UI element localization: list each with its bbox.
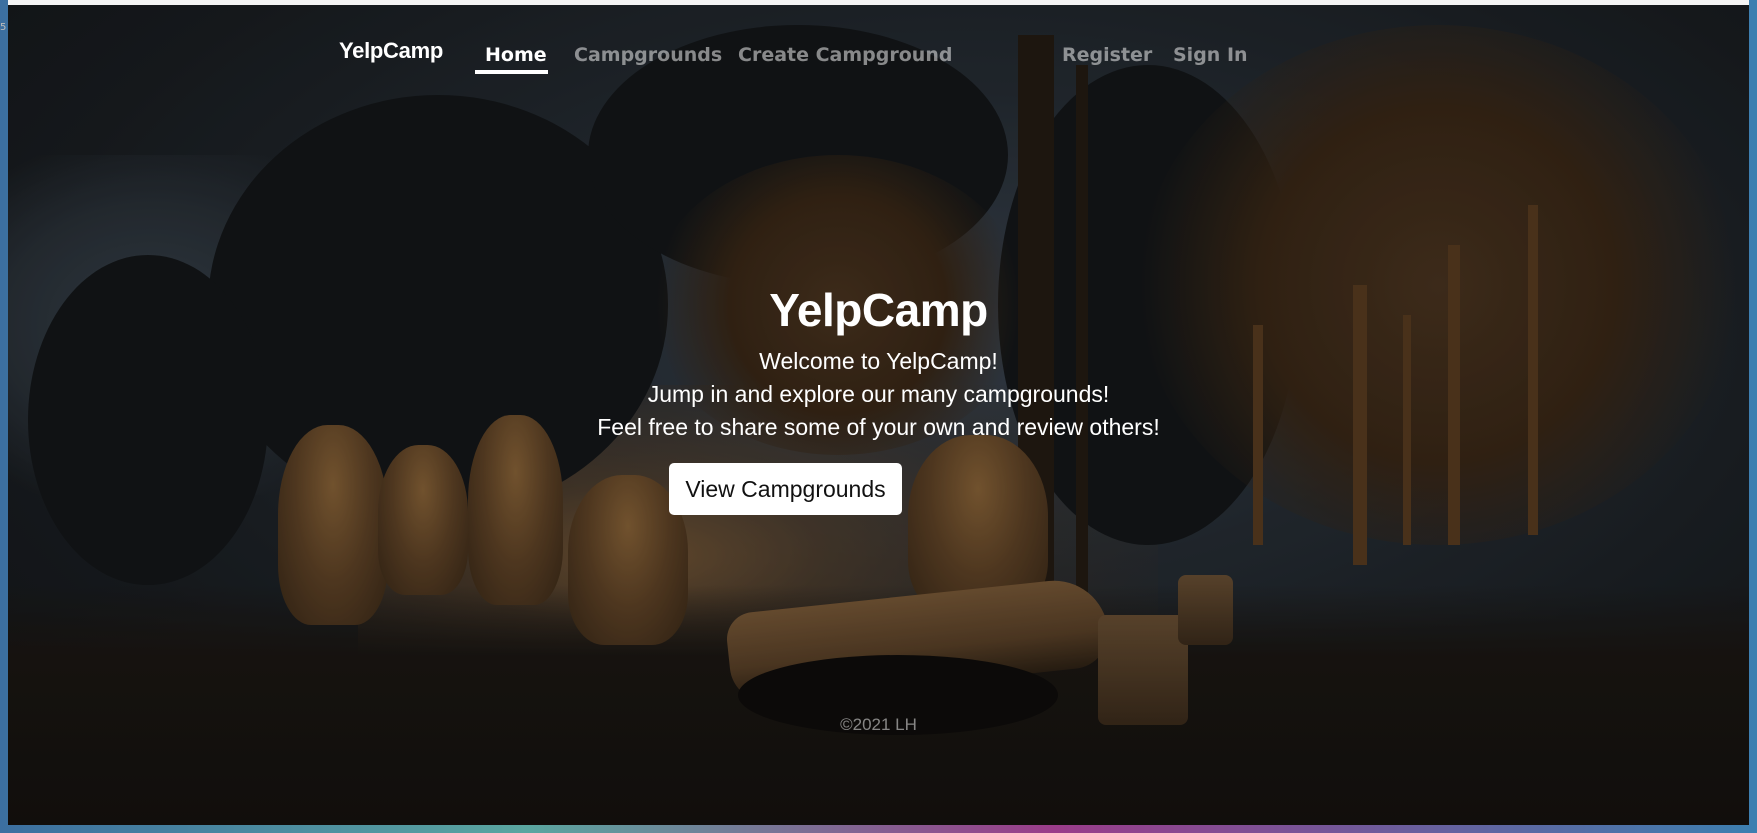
nav-link-sign-in[interactable]: Sign In [1173, 44, 1248, 66]
nav-link-register[interactable]: Register [1062, 44, 1152, 66]
nav-link-campgrounds[interactable]: Campgrounds [574, 44, 722, 66]
view-campgrounds-button[interactable]: View Campgrounds [669, 463, 902, 515]
hero-welcome-line: Welcome to YelpCamp! [759, 348, 998, 374]
copyright-text: ©2021 LH [840, 715, 917, 734]
nav-link-create-campground[interactable]: Create Campground [738, 44, 952, 66]
hero-section: YelpCamp Home Campgrounds Create Campgro… [8, 5, 1749, 825]
hero-explore-line: Jump in and explore our many campgrounds… [647, 381, 1110, 407]
browser-window: YelpCamp Home Campgrounds Create Campgro… [8, 0, 1749, 825]
hero-share-line: Feel free to share some of your own and … [597, 414, 1160, 440]
edge-artifact: 5 [0, 22, 7, 33]
hero-title: YelpCamp [769, 284, 988, 336]
page-footer: ©2021 LH [8, 715, 1749, 735]
nav-link-home[interactable]: Home [485, 44, 547, 66]
active-nav-indicator [475, 70, 548, 74]
brand-logo[interactable]: YelpCamp [339, 38, 443, 64]
top-navbar: YelpCamp Home Campgrounds Create Campgro… [8, 5, 1749, 85]
